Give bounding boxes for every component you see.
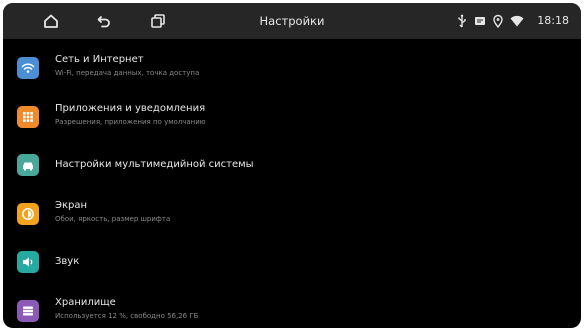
setting-title: Хранилище	[55, 296, 116, 308]
setting-network-internet[interactable]: Сеть и Интернет Wi-Fi, передача данных, …	[3, 45, 581, 94]
setting-title: Настройки мультимедийной системы	[55, 159, 254, 170]
setting-subtitle: Wi-Fi, передача данных, точка доступа	[55, 69, 200, 77]
back-icon[interactable]	[94, 11, 114, 31]
volume-icon	[17, 251, 39, 273]
brightness-icon	[17, 202, 39, 225]
setting-title: Звук	[55, 256, 80, 267]
setting-title: Сеть и Интернет	[55, 54, 144, 65]
settings-list: Сеть и Интернет Wi-Fi, передача данных, …	[3, 45, 581, 328]
usb-icon	[455, 14, 469, 28]
wifi-icon	[510, 14, 524, 28]
status-time: 18:18	[537, 14, 569, 27]
setting-apps-notifications[interactable]: Приложения и уведомления Разрешения, при…	[3, 94, 581, 143]
wifi-icon	[17, 57, 39, 79]
setting-title: Приложения и уведомления	[55, 102, 206, 114]
apps-icon	[17, 105, 39, 128]
setting-title: Экран	[55, 199, 88, 211]
location-icon	[491, 14, 505, 28]
setting-subtitle: Разрешения, приложения по умолчанию	[55, 117, 206, 126]
storage-icon	[17, 299, 39, 322]
setting-multimedia-system[interactable]: Настройки мультимедийной системы	[3, 142, 581, 191]
top-bar: Настройки 18:18	[3, 3, 581, 39]
car-icon	[17, 154, 39, 176]
setting-subtitle: Обои, яркость, размер шрифта	[55, 214, 171, 223]
setting-storage[interactable]: Хранилище Используется 12 %, свободно 56…	[3, 288, 581, 329]
notification-icon	[473, 14, 487, 28]
setting-subtitle: Используется 12 %, свободно 56,26 ГБ	[55, 311, 199, 320]
home-icon[interactable]	[41, 11, 61, 31]
settings-screen: Настройки 18:18 Сеть и Интернет Wi-Fi, п…	[3, 3, 581, 328]
setting-sound[interactable]: Звук	[3, 239, 581, 288]
setting-display[interactable]: Экран Обои, яркость, размер шрифта	[3, 191, 581, 240]
recent-apps-icon[interactable]	[148, 11, 168, 31]
